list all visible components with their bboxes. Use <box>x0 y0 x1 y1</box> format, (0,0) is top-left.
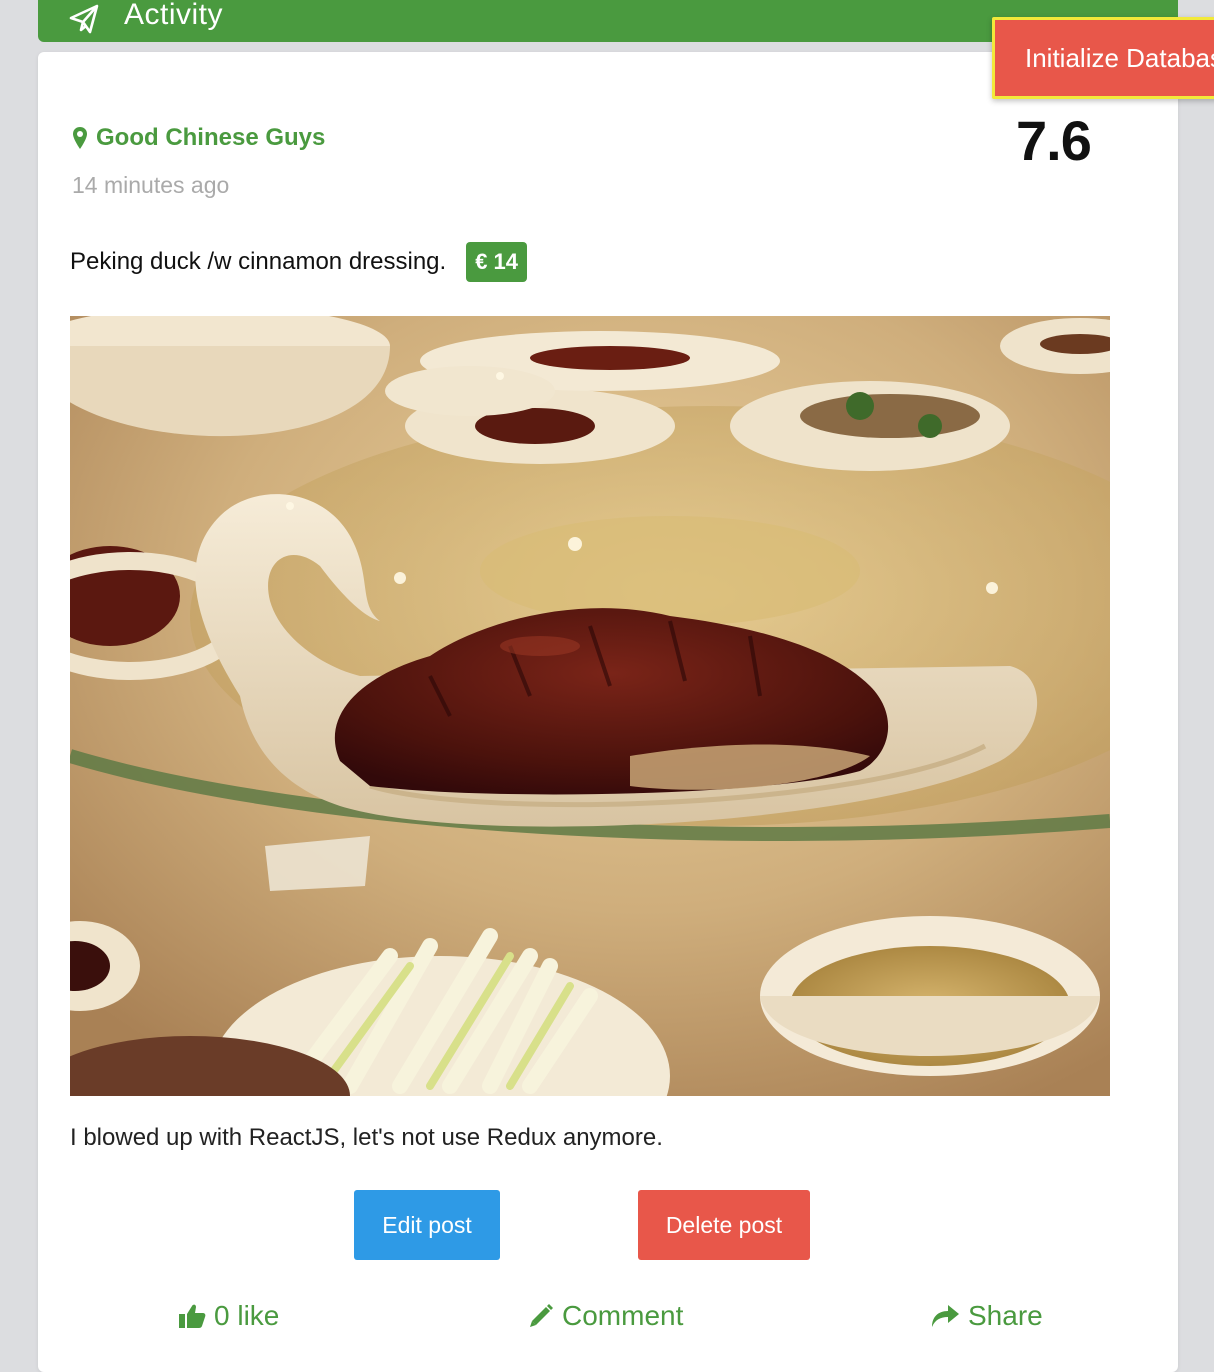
like-button[interactable]: 0 like <box>178 1300 279 1332</box>
share-button[interactable]: Share <box>930 1300 1043 1332</box>
dish-photo-illustration <box>70 316 1110 1096</box>
dish-photo <box>70 316 1110 1096</box>
comment-label: Comment <box>562 1300 684 1331</box>
map-pin-icon <box>73 127 87 149</box>
edit-post-button[interactable]: Edit post <box>354 1190 500 1260</box>
paper-plane-icon <box>69 4 99 34</box>
dish-row: Peking duck /w cinnamon dressing. € 14 <box>70 242 528 282</box>
activity-title: Activity <box>124 0 224 31</box>
like-label: 0 like <box>214 1300 280 1331</box>
price-badge: € 14 <box>466 242 528 282</box>
post-timestamp: 14 minutes ago <box>72 172 230 198</box>
post-caption: I blowed up with ReactJS, let's not use … <box>70 1124 663 1151</box>
share-label: Share <box>968 1300 1043 1331</box>
delete-post-button[interactable]: Delete post <box>638 1190 810 1260</box>
location-name: Good Chinese Guys <box>96 124 326 151</box>
comment-button[interactable]: Comment <box>528 1300 683 1332</box>
initialize-database-button[interactable]: Initialize Database <box>992 17 1214 99</box>
rating-score: 7.6 <box>1016 109 1092 172</box>
dish-title: Peking duck /w cinnamon dressing. <box>70 248 447 275</box>
pencil-icon <box>530 1304 553 1327</box>
thumbs-up-icon <box>179 1304 206 1328</box>
share-arrow-icon <box>932 1305 959 1327</box>
location-link[interactable]: Good Chinese Guys <box>72 124 325 152</box>
post-card: Good Chinese Guys 14 minutes ago 7.6 Pek… <box>38 52 1178 1372</box>
